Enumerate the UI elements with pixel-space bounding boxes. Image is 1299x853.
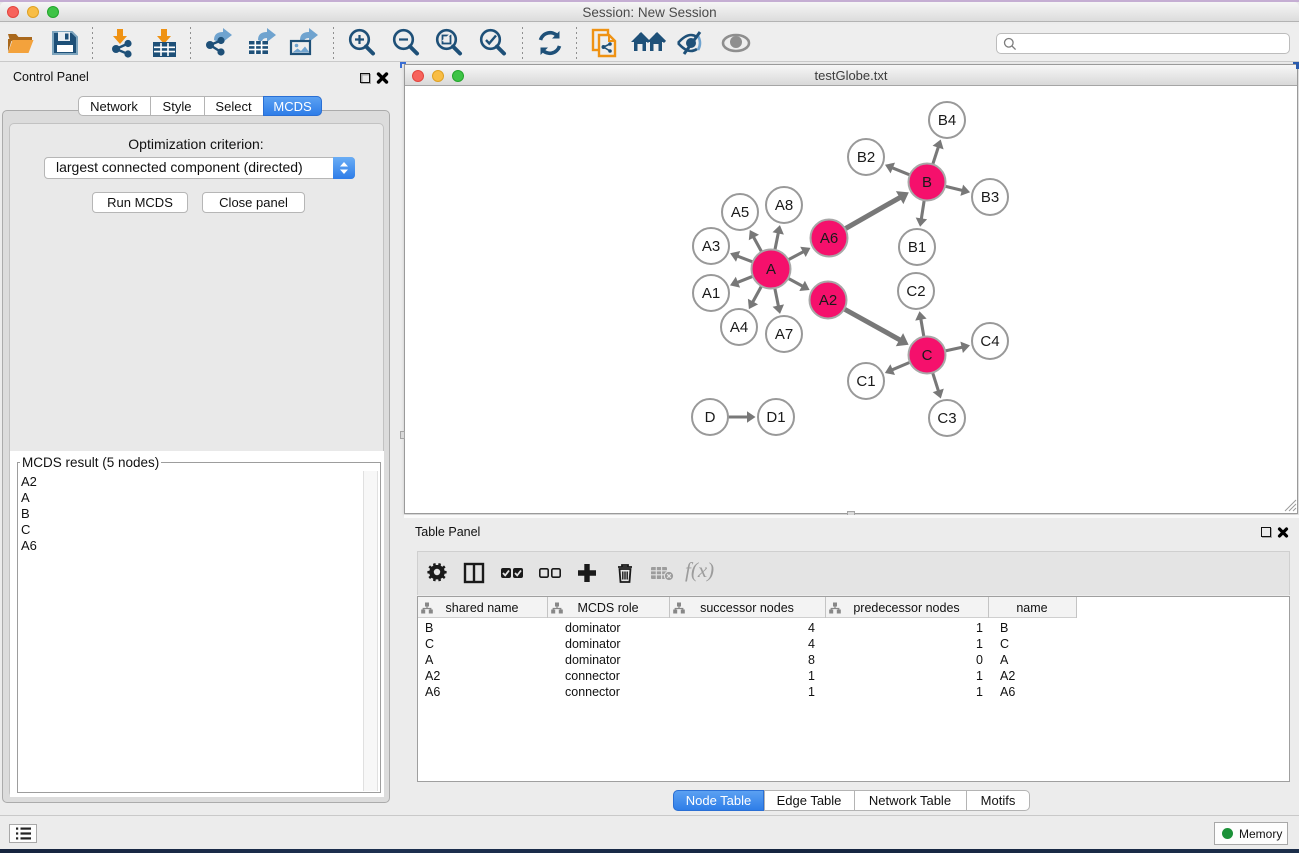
svg-text:A4: A4 <box>730 319 748 336</box>
svg-text:A7: A7 <box>775 326 793 343</box>
svg-text:C1: C1 <box>856 373 875 390</box>
svg-text:D: D <box>705 409 716 426</box>
svg-text:C4: C4 <box>980 333 999 350</box>
svg-text:A2: A2 <box>819 292 837 309</box>
svg-text:B: B <box>922 174 932 191</box>
svg-text:C3: C3 <box>937 410 956 427</box>
svg-text:B2: B2 <box>857 149 875 166</box>
svg-text:A5: A5 <box>731 204 749 221</box>
svg-text:D1: D1 <box>766 409 785 426</box>
svg-text:A: A <box>766 261 776 278</box>
svg-text:A1: A1 <box>702 285 720 302</box>
svg-text:C: C <box>922 347 933 364</box>
svg-text:A3: A3 <box>702 238 720 255</box>
svg-text:A8: A8 <box>775 197 793 214</box>
svg-text:B1: B1 <box>908 239 926 256</box>
svg-text:A6: A6 <box>820 230 838 247</box>
svg-text:B3: B3 <box>981 189 999 206</box>
svg-text:B4: B4 <box>938 112 956 129</box>
svg-text:C2: C2 <box>906 283 925 300</box>
